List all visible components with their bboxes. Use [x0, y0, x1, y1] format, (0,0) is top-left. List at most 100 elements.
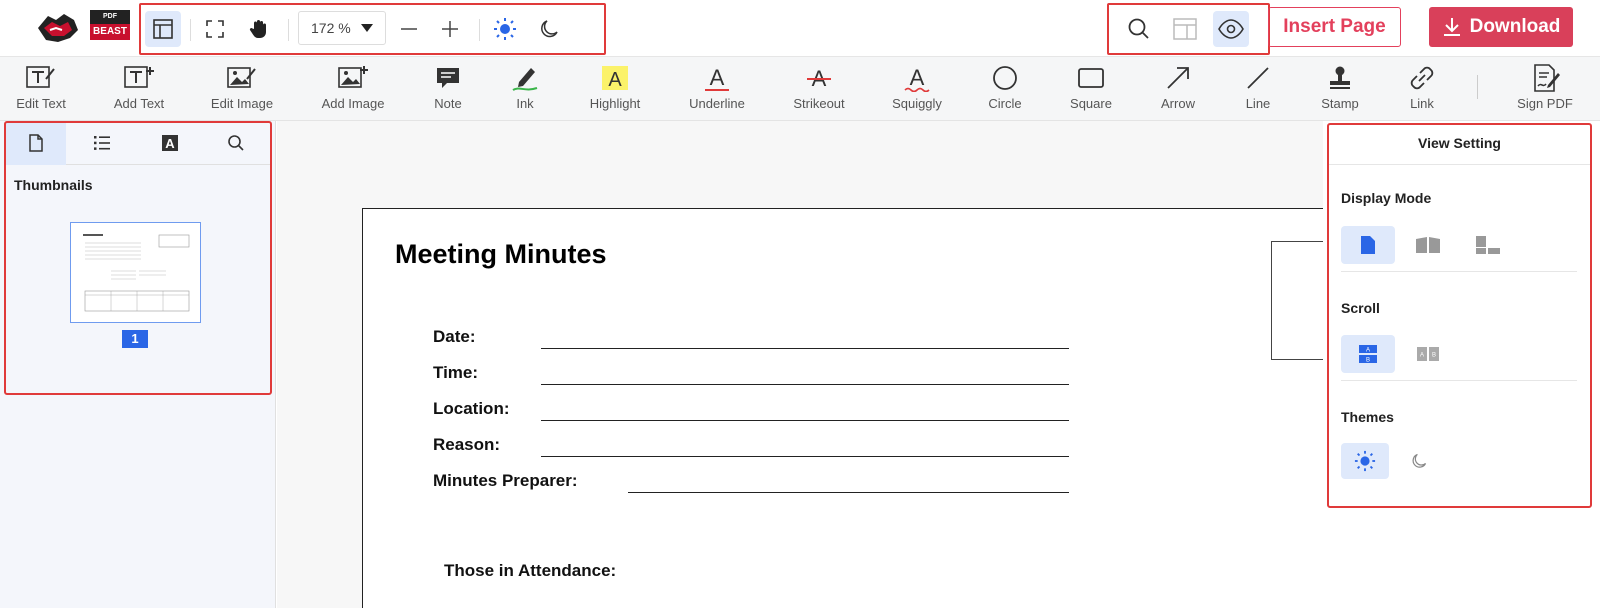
time-label: Time: — [433, 363, 479, 382]
ink-icon — [512, 68, 538, 91]
cover-mode-button[interactable] — [1461, 226, 1515, 264]
pdf-page[interactable]: Meeting Minutes Date: Time: Location: Re… — [362, 208, 1323, 608]
document-viewer[interactable]: Meeting Minutes Date: Time: Location: Re… — [277, 121, 1323, 608]
add-image-icon — [338, 66, 368, 88]
sign-pdf-tool[interactable]: Sign PDF — [1500, 63, 1590, 117]
fullscreen-icon — [206, 20, 224, 38]
edit-image-icon — [227, 67, 256, 88]
download-button[interactable]: Download — [1429, 7, 1573, 47]
location-label: Location: — [433, 399, 510, 418]
two-page-mode-button[interactable] — [1401, 226, 1455, 264]
add-text-tool[interactable]: Add Text — [94, 63, 184, 117]
reason-label: Reason: — [433, 435, 501, 454]
single-page-mode-button[interactable] — [1341, 226, 1395, 264]
edit-text-icon — [26, 66, 55, 88]
insert-page-button[interactable]: Insert Page — [1268, 7, 1401, 47]
left-panel: A Thumbnails 1 — [0, 121, 276, 608]
horizontal-scroll-icon: AB — [1417, 347, 1439, 361]
view-setting-title: View Setting — [1329, 125, 1590, 165]
toolbar-divider — [1477, 75, 1478, 99]
display-mode-label: Display Mode — [1341, 190, 1432, 206]
tab-outline[interactable] — [72, 121, 132, 165]
arrow-tool[interactable]: Arrow — [1133, 63, 1223, 117]
strikeout-tool[interactable]: A Strikeout — [774, 63, 864, 117]
panel-tools-group — [1107, 3, 1270, 55]
minutes-preparer-line — [628, 492, 1069, 493]
tab-annotations[interactable]: A — [140, 121, 200, 165]
stamp-tool[interactable]: Stamp — [1295, 63, 1385, 117]
page-icon — [29, 134, 43, 152]
toolbar-divider — [190, 19, 191, 41]
add-text-icon — [124, 66, 154, 88]
svg-text:A: A — [710, 65, 725, 90]
squiggly-tool[interactable]: A Squiggly — [872, 63, 962, 117]
dark-theme-option[interactable] — [1395, 443, 1443, 479]
left-panel-tabs: A — [6, 121, 270, 165]
page-box — [1271, 241, 1323, 360]
view-setting-frame: View Setting Display Mode Scroll AB AB T… — [1327, 123, 1592, 508]
sun-icon — [1354, 450, 1376, 472]
light-theme-button[interactable] — [487, 11, 523, 47]
ink-tool[interactable]: Ink — [480, 63, 570, 117]
thumbnail-page-number[interactable]: 1 — [122, 330, 148, 348]
search-button[interactable] — [1121, 11, 1157, 47]
svg-text:B: B — [1432, 353, 1436, 359]
panel-layout-icon — [1173, 18, 1197, 40]
toolbar-divider — [288, 19, 289, 41]
add-image-tool[interactable]: Add Image — [308, 63, 398, 117]
cover-page-icon — [1476, 236, 1500, 254]
download-icon — [1443, 18, 1460, 36]
svg-text:A: A — [910, 65, 925, 90]
document-title: Meeting Minutes — [395, 239, 607, 269]
minutes-preparer-label: Minutes Preparer: — [433, 471, 578, 490]
zoom-value: 172 % — [311, 20, 351, 36]
thumbnails-title: Thumbnails — [14, 177, 93, 193]
vertical-scroll-button[interactable]: AB — [1341, 335, 1395, 373]
link-tool[interactable]: Link — [1377, 63, 1467, 117]
minus-icon — [401, 28, 417, 30]
pan-tool-button[interactable] — [241, 11, 277, 47]
page-thumbnail[interactable] — [70, 222, 201, 323]
square-tool[interactable]: Square — [1046, 63, 1136, 117]
squiggly-icon: A — [904, 65, 930, 92]
vertical-scroll-icon: AB — [1359, 345, 1377, 364]
arrow-icon — [1167, 67, 1189, 89]
circle-icon — [993, 66, 1017, 90]
horizontal-scroll-button[interactable]: AB — [1401, 335, 1455, 373]
download-label: Download — [1469, 16, 1561, 37]
zoom-select[interactable]: 172 % — [298, 11, 386, 45]
sign-pdf-icon — [1534, 64, 1560, 92]
zoom-out-button[interactable] — [391, 11, 427, 47]
beast-logo-icon — [38, 14, 78, 42]
plus-icon — [442, 21, 458, 37]
line-icon — [1247, 67, 1269, 89]
link-icon — [1410, 66, 1434, 90]
tab-search[interactable] — [206, 121, 266, 165]
svg-text:A: A — [608, 69, 622, 91]
logo-pdf-text: PDF — [90, 10, 130, 24]
circle-tool[interactable]: Circle — [960, 63, 1050, 117]
panel-layout-button[interactable] — [1167, 11, 1203, 47]
highlight-tool[interactable]: A Highlight — [570, 63, 660, 117]
search-icon — [1128, 18, 1149, 39]
reason-line — [541, 456, 1069, 457]
underline-tool[interactable]: A Underline — [672, 63, 762, 117]
svg-text:A: A — [1420, 353, 1424, 359]
thumbnail-preview — [79, 229, 194, 318]
edit-image-tool[interactable]: Edit Image — [197, 63, 287, 117]
tab-thumbnails[interactable] — [6, 121, 66, 165]
light-theme-option[interactable] — [1341, 443, 1389, 479]
edit-text-tool[interactable]: Edit Text — [0, 63, 86, 117]
attendance-label: Those in Attendance: — [444, 561, 617, 580]
moon-icon — [541, 20, 558, 38]
view-setting-button[interactable] — [1213, 11, 1249, 47]
dark-theme-button[interactable] — [531, 11, 567, 47]
two-page-icon — [1416, 237, 1440, 253]
top-bar: PDF BEAST 172 % Insert Page Download — [0, 0, 1600, 57]
zoom-in-button[interactable] — [432, 11, 468, 47]
fit-screen-button[interactable] — [197, 11, 233, 47]
line-tool[interactable]: Line — [1213, 63, 1303, 117]
layout-toggle-button[interactable] — [145, 11, 181, 47]
svg-text:A: A — [165, 136, 175, 151]
note-icon — [437, 68, 459, 88]
